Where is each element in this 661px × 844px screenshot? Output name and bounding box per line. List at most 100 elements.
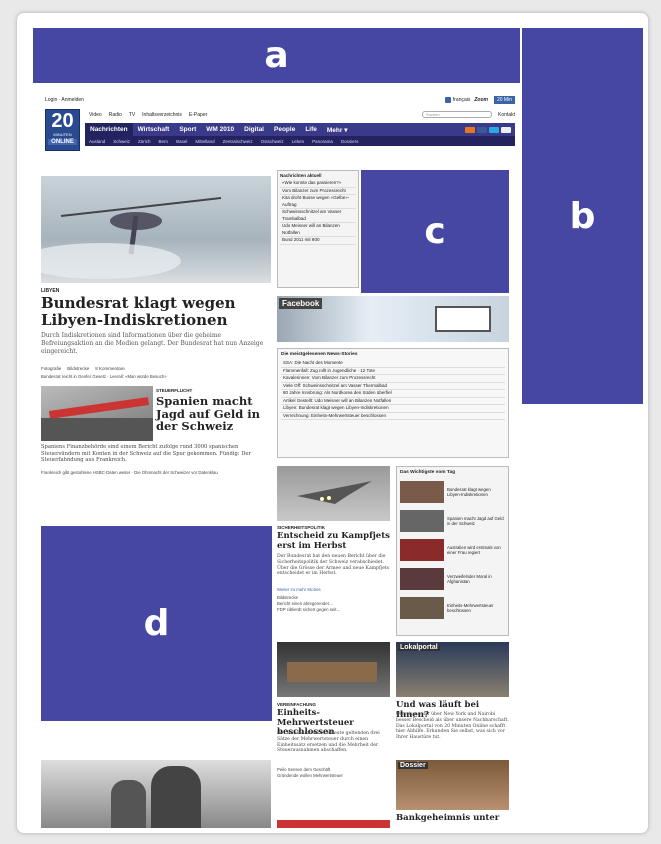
lead-meta: Fotografie Bildstrecke 8 Kommentare <box>41 366 125 371</box>
jet-more-link[interactable]: Weiter zu mehr Stories <box>277 587 390 592</box>
mobile-icon[interactable] <box>501 126 511 133</box>
important-thumb <box>400 568 444 590</box>
second-kicker: STEUERFLUCHT <box>156 388 193 393</box>
tax-kicker: VEREINFACHUNG <box>277 702 317 707</box>
service-video[interactable]: Video <box>89 112 102 118</box>
lokalportal-label: Lokalportal <box>398 644 440 651</box>
tax-lede: Der Bundesrat will die heute geltenden d… <box>277 731 380 754</box>
subnav-mittelland[interactable]: Mittelland <box>191 139 218 144</box>
rss-icon[interactable] <box>465 126 475 133</box>
lead-meta-photo[interactable]: Fotografie <box>41 366 61 371</box>
lead-meta-gallery[interactable]: Bildstrecke <box>67 366 89 371</box>
lead-photo-helicopter[interactable] <box>41 176 271 283</box>
twitter-icon[interactable] <box>489 126 499 133</box>
bank-building-photo[interactable] <box>41 386 153 441</box>
jet-headline[interactable]: Entscheid zu Kampfjets erst im Herbst <box>277 531 390 551</box>
facebook-label: Facebook <box>279 298 323 309</box>
logo-sub: MINUTEN <box>53 132 72 137</box>
most-read-item[interactable]: 80 Jahre Innsbrung: Als Nordkorea den Sü… <box>281 390 505 398</box>
jet-lede: Der Bundesrat hat den neuen Bericht über… <box>277 554 390 577</box>
important-thumb <box>400 510 444 532</box>
second-related-links[interactable]: Frankreich gibt gestohlene HSBC-Daten we… <box>41 470 271 475</box>
subnav-bern[interactable]: Bern <box>155 139 173 144</box>
nav-life[interactable]: Life <box>300 126 322 133</box>
dossier-headline[interactable]: Bankgeheimnis unter <box>396 813 509 824</box>
most-read-item[interactable]: SSA: Die Nacht des Momente <box>281 360 505 368</box>
important-item[interactable]: Spanien macht Jagd auf Geld in der Schwe… <box>400 508 505 534</box>
subnav-dossiers[interactable]: Dossiers <box>337 139 363 144</box>
most-read-item[interactable]: Viele Off: Schweinsschnitzel am Vasser T… <box>281 383 505 390</box>
important-item[interactable]: Bundesrat klagt wegen Libyen-Indiskretio… <box>400 479 505 505</box>
fighter-jet-photo[interactable] <box>277 466 390 521</box>
ticker-item[interactable]: Udo Meisner will an Bilanzen Notfallen <box>280 223 356 237</box>
nav-news[interactable]: Nachrichten <box>85 123 133 136</box>
subnav-zuerich[interactable]: Zürich <box>134 139 155 144</box>
sub-nav: Ausland Schweiz Zürich Bern Basel Mittel… <box>85 136 515 146</box>
subnav-panorama[interactable]: Panorama <box>308 139 337 144</box>
parliament-photo[interactable] <box>277 642 390 697</box>
ticker-item[interactable]: Schweinsschnitzel am Vasser Trambalbad <box>280 209 356 223</box>
most-read-item[interactable]: Verrechnung: Einheits-Mehrwertsteuer bes… <box>281 413 505 420</box>
service-epaper[interactable]: E-Paper <box>189 112 207 118</box>
subnav-zentralschweiz[interactable]: Zentralschweiz <box>219 139 257 144</box>
important-item-label: Spanien macht Jagd auf Geld in der Schwe… <box>447 516 504 526</box>
region-label-a: a <box>33 28 520 83</box>
partner-badge[interactable]: 20 Min <box>493 96 515 104</box>
subnav-schweiz[interactable]: Schweiz <box>109 139 134 144</box>
ticker-item[interactable]: Bund 2011 mit 800 <box>280 237 356 245</box>
logo-online: ONLINE <box>48 139 77 145</box>
nav-sport[interactable]: Sport <box>174 126 201 133</box>
jet-icon <box>297 481 372 504</box>
refugees-photo[interactable] <box>41 760 271 828</box>
ticker-item[interactable]: Vom Bilanzer zum Prozessrecht <box>280 188 356 195</box>
important-thumb <box>400 481 444 503</box>
facebook-banner[interactable]: Facebook <box>277 296 509 342</box>
services-bar: Video Radio TV Inhaltsverzeichnis E-Pape… <box>89 110 515 119</box>
ticker-title: Nachrichten aktuell <box>280 173 322 178</box>
important-thumb <box>400 539 444 561</box>
important-item[interactable]: Verzweifelnder Moral in Afghanistan <box>400 566 505 592</box>
site-logo[interactable]: 20 MINUTEN ONLINE <box>45 109 80 151</box>
lead-meta-comments[interactable]: 8 Kommentare <box>95 366 125 371</box>
nav-more[interactable]: Mehr ▾ <box>322 126 353 134</box>
contact-link[interactable]: Kontakt <box>498 112 515 118</box>
important-item[interactable]: Australien wird erstmals von einer Frau … <box>400 537 505 563</box>
service-tv[interactable]: TV <box>129 112 135 118</box>
ticker-item[interactable]: Kita droht Busse wegen «Gelbe»-Auftrag <box>280 195 356 209</box>
service-index[interactable]: Inhaltsverzeichnis <box>142 112 182 118</box>
important-item-label: Verzweifelnder Moral in Afghanistan <box>447 574 492 584</box>
important-item[interactable]: Einheits-Mehrwertsteuer beschlossen <box>400 595 505 621</box>
ticker-item[interactable]: «Wie konnte das passieren?» <box>280 180 356 188</box>
nav-economy[interactable]: Wirtschaft <box>133 126 175 133</box>
tax-link[interactable]: Gründende wollen Mehrwertsteuer <box>277 773 390 779</box>
lead-related-links[interactable]: Bundesrat reicht in Genfer Gesetz · Leer… <box>41 374 271 379</box>
lokalportal-lede: Oft wissen wir über New York und Nairobi… <box>396 712 509 741</box>
region-label-b: b <box>522 28 643 404</box>
brand-link[interactable]: Zoom <box>474 97 488 103</box>
logo-number: 20 <box>51 110 74 132</box>
nav-wm[interactable]: WM 2010 <box>201 126 239 133</box>
language-link[interactable]: français <box>453 97 471 103</box>
service-radio[interactable]: Radio <box>109 112 122 118</box>
dossier-label: Dossier <box>398 762 428 769</box>
jet-link[interactable]: FDP ciblierdt sichert gegen seit… <box>277 607 390 613</box>
subnav-ausland[interactable]: Ausland <box>85 139 109 144</box>
subnav-leben[interactable]: Leben <box>288 139 309 144</box>
nav-digital[interactable]: Digital <box>239 126 269 133</box>
most-read-item[interactable]: Libyen: Bundesrat klagt wegen Libyen-Ind… <box>281 405 505 413</box>
nav-people[interactable]: People <box>269 126 300 133</box>
dossier-photo[interactable]: Dossier <box>396 760 509 810</box>
login-link[interactable]: Login · Anmelden <box>45 97 84 103</box>
most-read-item[interactable]: Flammenfall: Zug rollt in Jugendliche · … <box>281 368 505 375</box>
second-headline[interactable]: Spanien macht Jagd auf Geld in der Schwe… <box>156 395 271 433</box>
important-item-label: Einheits-Mehrwertsteuer beschlossen <box>447 603 494 613</box>
lokalportal-photo[interactable]: Lokalportal <box>396 642 509 697</box>
most-read-item[interactable]: Artikel Gestellt: Udo Meisner will an Bi… <box>281 398 505 405</box>
subnav-ostschweiz[interactable]: Ostschweiz <box>257 139 288 144</box>
important-thumb <box>400 597 444 619</box>
search-input[interactable]: Suchen <box>422 111 493 118</box>
subnav-basel[interactable]: Basel <box>172 139 191 144</box>
facebook-icon[interactable] <box>477 126 487 133</box>
most-read-item[interactable]: Kavalerinnen: Vom Bilanzer zum Prozessre… <box>281 375 505 383</box>
lead-headline[interactable]: Bundesrat klagt wegen Libyen-Indiskretio… <box>41 295 273 329</box>
